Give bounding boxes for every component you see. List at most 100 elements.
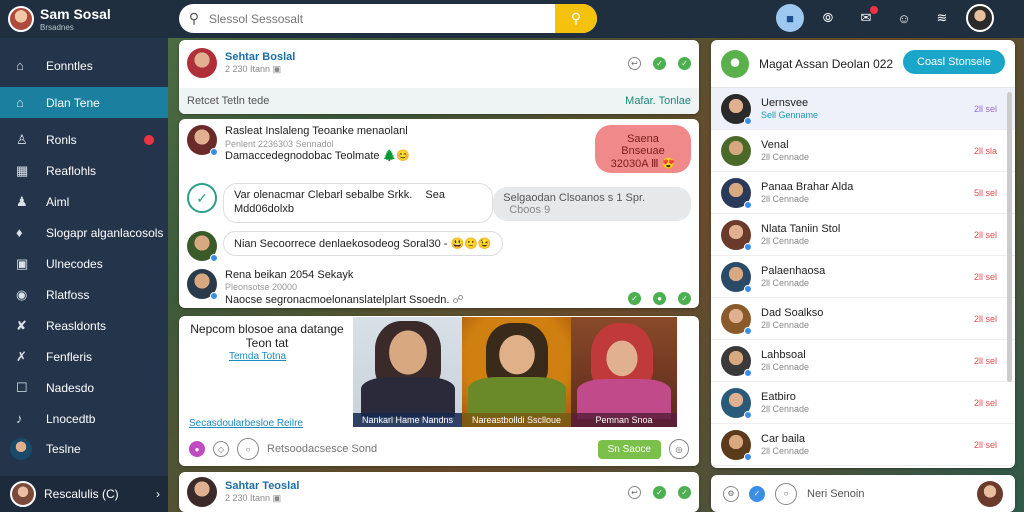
post-author[interactable]: Sehtar Boslal [225,51,295,64]
sidebar-footer[interactable]: Rescalulis (C) › [0,476,168,512]
online-indicator [210,253,218,262]
emoji-icon: 😃🙂😉 [450,237,492,250]
like-icon[interactable]: ✓ [653,56,666,70]
camera-icon[interactable]: ○ [237,438,259,460]
like-icon[interactable]: ✓ [628,292,641,306]
sidebar-item-6[interactable]: ▣ Ulnecodes [0,248,168,279]
share-icon[interactable]: ✓ [678,292,691,306]
feature-photo[interactable]: Nareastbolldi Ssclloue [462,317,571,427]
sidebar-item-7[interactable]: ◉ Rlatfoss [0,279,168,310]
reply-icon[interactable]: ↩ [628,485,641,499]
avatar [721,261,752,293]
post-footer-link[interactable]: Mafar. Tonlae [625,95,691,107]
contact-item[interactable]: Dad Soalkso 2ll Cennade 2ll sel [711,298,1015,340]
sidebar-item-2[interactable]: ♙ Ronls [0,124,168,155]
contact-item[interactable]: Palaenhaosa 2ll Cennade 2ll sel [711,256,1015,298]
bell-icon: ♪ [16,411,23,426]
share-icon[interactable]: ✓ [678,485,691,499]
search-button[interactable]: ⚲ [555,4,597,33]
contact-item[interactable]: Uernsvee Sell Genname 2ll sel [711,88,1015,130]
activity-icon[interactable]: ≋ [928,4,956,32]
brand-subtitle: Brsadnes [40,22,74,32]
feature-photo[interactable]: Nankarl Hame Nandns [353,317,462,427]
post-time: 2 230 Itann [225,64,271,75]
post-card: Sahtar Teoslal 2 230 Itann ▣ ↩ ✓ ✓ [179,472,699,512]
feature-photo[interactable]: Pemnan Snoa [571,317,677,427]
contact-item[interactable]: Lahbsoal 2ll Cennade 2ll sel [711,340,1015,382]
sidebar-item-3[interactable]: ▦ Reaflohls [0,155,168,186]
avatar[interactable] [187,230,218,262]
contacts-panel: Magat Assan Deolan 022 Coasl Stonsele Ue… [711,40,1015,468]
share-icon: ✘ [16,317,27,333]
sidebar-item-0[interactable]: ⌂ Eonntles [0,50,168,81]
message-title: Rena beikan 2054 Sekayk [225,268,354,281]
scrollbar[interactable] [1007,92,1012,382]
comment-icon[interactable]: ● [653,292,666,306]
avatar[interactable] [187,48,217,78]
home-tab-icon[interactable]: ■ [776,4,804,32]
message-title: Rasleat Inslaleng Teoanke menaolanl [225,125,408,137]
contacts-search[interactable]: Neri Senoin [807,488,864,500]
sidebar-item-1[interactable]: ⌂ Dlan Tene [0,87,168,118]
sidebar-item-4[interactable]: ♟ Aiml [0,186,168,217]
message-meta: Penlent 2236303 Sennadol [225,138,334,149]
sidebar-item-9[interactable]: ✗ Fenfleris [0,341,168,372]
avatar[interactable] [187,125,218,156]
camera-icon[interactable]: ○ [775,482,797,505]
contact-item[interactable]: Venal 2ll Cennade 2ll sla [711,130,1015,172]
post-author[interactable]: Sahtar Teoslal [225,480,299,493]
sidebar-item-10[interactable]: ☐ Nadesdo [0,372,168,403]
sidebar-item-11[interactable]: ♪ Lnocedtb [0,403,168,434]
check-icon[interactable]: ✓ [749,485,765,502]
send-button[interactable]: Sn Saoce [597,439,661,459]
sidebar-user-item[interactable]: Teslne [0,434,168,464]
tag-icon: ♦ [16,225,23,240]
search-icon: ⚲ [570,10,582,26]
settings-icon[interactable]: ⚙ [723,485,739,502]
people-icon: ♙ [16,131,28,147]
notification-badge [144,134,154,145]
sidebar-item-5[interactable]: ♦ Slogapr alganlacosols [0,217,168,248]
avatar [721,345,752,377]
online-indicator [210,148,218,156]
panel-button[interactable]: Coasl Stonsele [903,50,1005,74]
sidebar-item-8[interactable]: ✘ Reasldonts [0,310,168,341]
avatar [721,93,752,125]
link-icon: ☍ [452,293,464,306]
contact-item[interactable]: Panaa Brahar Alda 2ll Cennade 5ll sel [711,172,1015,214]
brand[interactable]: Sam Sosal Brsadnes [0,6,170,32]
compass-icon[interactable]: ⦾ [814,4,842,32]
chevron-right-icon: › [156,487,160,501]
feature-footer-link[interactable]: Secasdoularbesloe Reilre [189,418,303,429]
message-body: Naocse segronacmoelonanslatelplart Ssoed… [225,293,450,306]
post-footer: Retcet Tetln tede Mafar. Tonlae [179,88,699,114]
messages-card: Rasleat Inslaleng Teoanke menaolanl Penl… [179,119,699,308]
message-bubble[interactable]: Selgaodan Clsoanos s 1 Spr. Cboos 9 [493,187,691,221]
check-icon[interactable]: ✓ [187,183,217,213]
close-icon[interactable]: ✕ [676,320,689,340]
mic-icon[interactable]: ◎ [669,439,689,459]
user-avatar[interactable] [966,4,994,32]
avatar [721,429,752,461]
feature-link[interactable]: Temda Totna [229,351,286,362]
message-bubble[interactable]: Var olenacmar Clebarl sebalbe Srkk. Sea … [223,183,494,223]
contact-item[interactable]: Nlata Taniin Stol 2ll Cennade 2ll sel [711,214,1015,256]
share-icon[interactable]: ✓ [678,56,691,70]
notification-icon[interactable]: ✉ [852,4,880,32]
like-icon[interactable]: ✓ [653,485,666,499]
avatar[interactable] [187,268,218,300]
composer-input[interactable] [267,443,590,455]
reply-icon[interactable]: ↩ [628,56,641,70]
sticker-icon[interactable]: ● [189,441,205,457]
message-bubble[interactable]: Nian Secoorrece denlaekosodeog Soral30 -… [223,230,503,256]
search-input[interactable] [209,11,555,26]
online-indicator [210,291,218,300]
search-bar: ⚲ ⚲ [179,4,597,33]
avatar[interactable] [187,477,217,507]
face-icon[interactable]: ☺ [890,4,918,32]
gif-icon[interactable]: ◇ [213,441,229,457]
contact-item[interactable]: Eatbiro 2ll Cennade 2ll sel [711,382,1015,424]
contact-item[interactable]: Car baila 2ll Cennade 2ll sel [711,424,1015,466]
avatar[interactable] [977,480,1003,507]
message-bubble[interactable]: Saena Bnseuae 32030A Ⅲ 😍 [595,125,691,173]
